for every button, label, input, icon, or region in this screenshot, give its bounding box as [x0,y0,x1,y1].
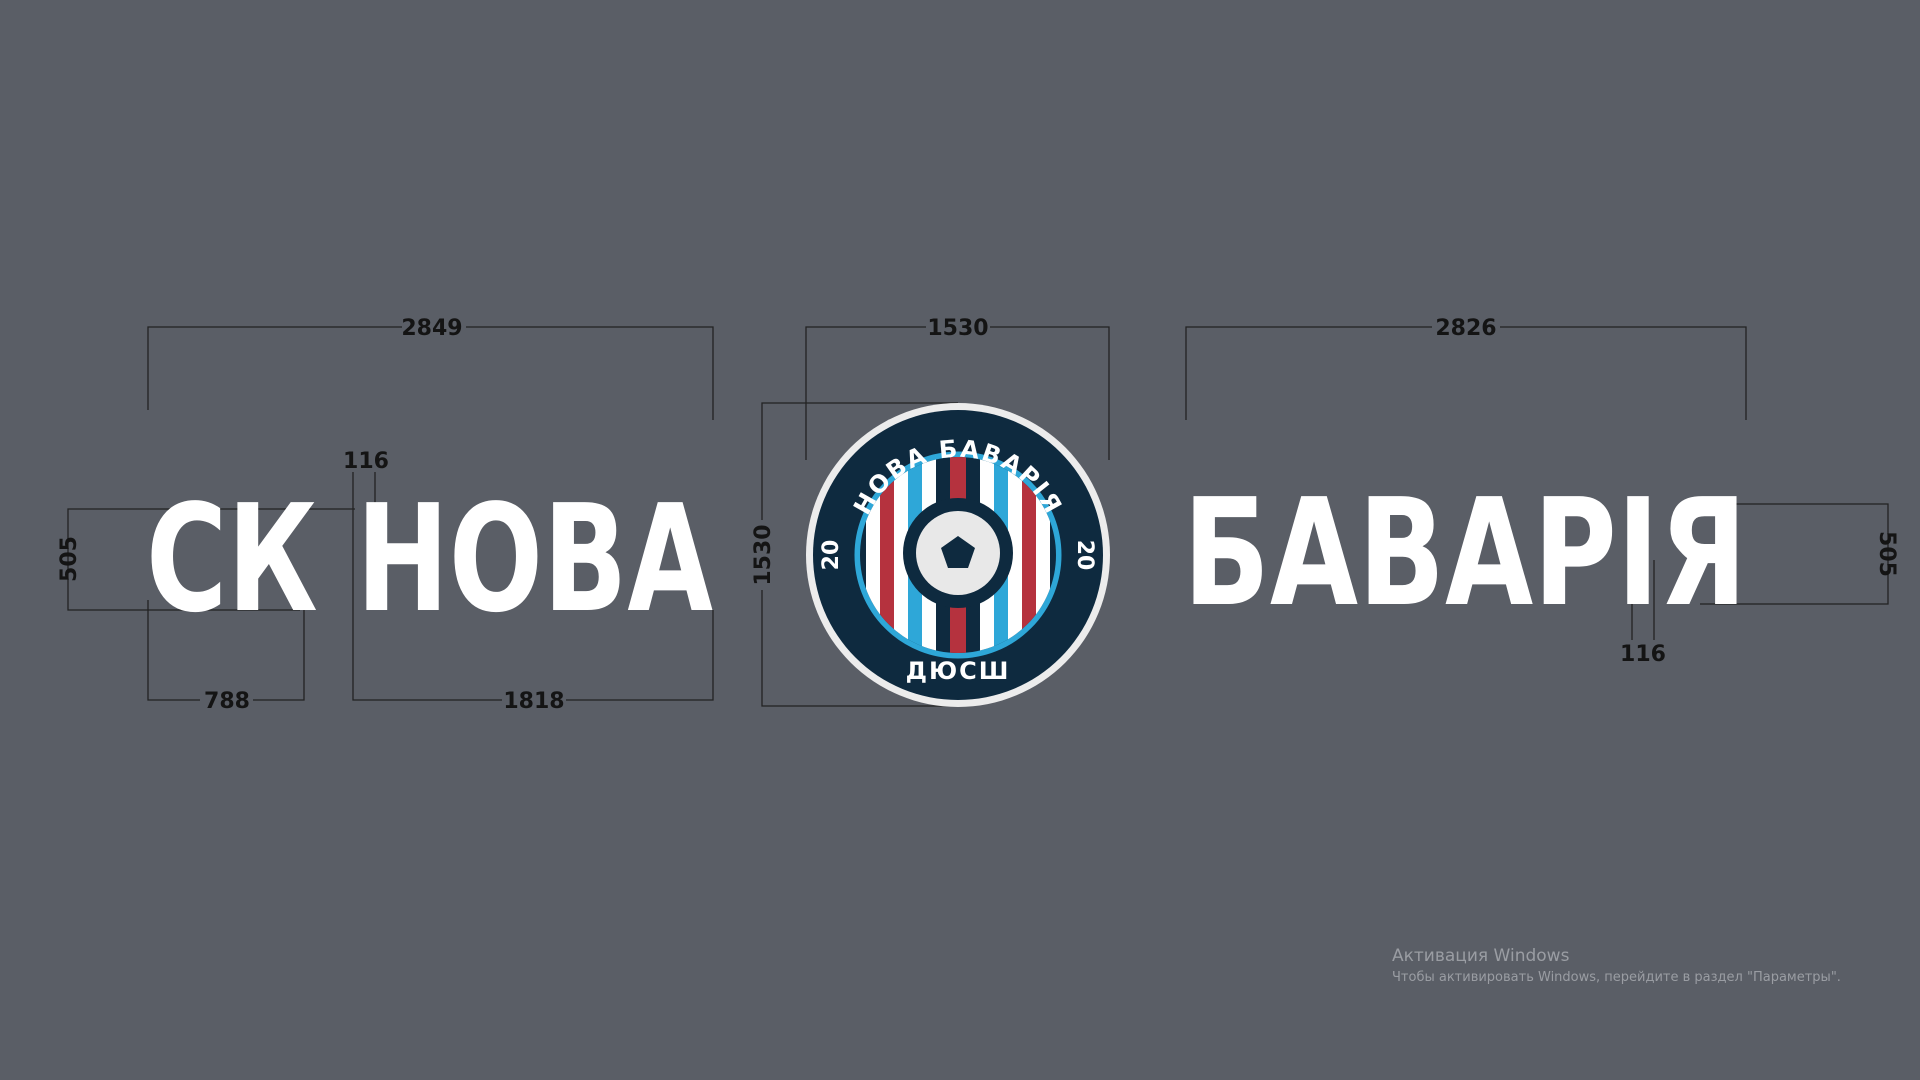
watermark-title: Активация Windows [1392,946,1570,966]
dim-stroke-right: 116 [1620,642,1666,667]
crest-year-left: 20 [819,540,844,571]
club-crest: НОВА БАВАРІЯ 20 20 ДЮСШ [806,403,1110,707]
dim-nova-width: 1818 [503,689,564,714]
sign-right-text: БАВАРІЯ [1183,467,1747,639]
signage-diagram: 2849 116 505 788 1818 1530 1530 2826 505… [57,316,1899,714]
dim-right-letter-height: 505 [1874,531,1899,577]
sign-left-text: СК НОВА [146,473,713,645]
crest-bottom-text: ДЮСШ [906,657,1011,685]
dim-logo-height: 1530 [751,524,776,585]
crest-year-right: 20 [1072,540,1097,571]
dim-logo-width: 1530 [927,316,988,341]
dim-sk-width: 788 [204,689,250,714]
windows-activation-watermark: Активация Windows Чтобы активировать Win… [1392,946,1841,985]
dim-left-total-width: 2849 [401,316,462,341]
watermark-subtitle: Чтобы активировать Windows, перейдите в … [1392,970,1841,985]
dim-left-letter-height: 505 [57,536,82,582]
dim-stroke-left: 116 [343,449,389,474]
dim-right-total-width: 2826 [1435,316,1496,341]
